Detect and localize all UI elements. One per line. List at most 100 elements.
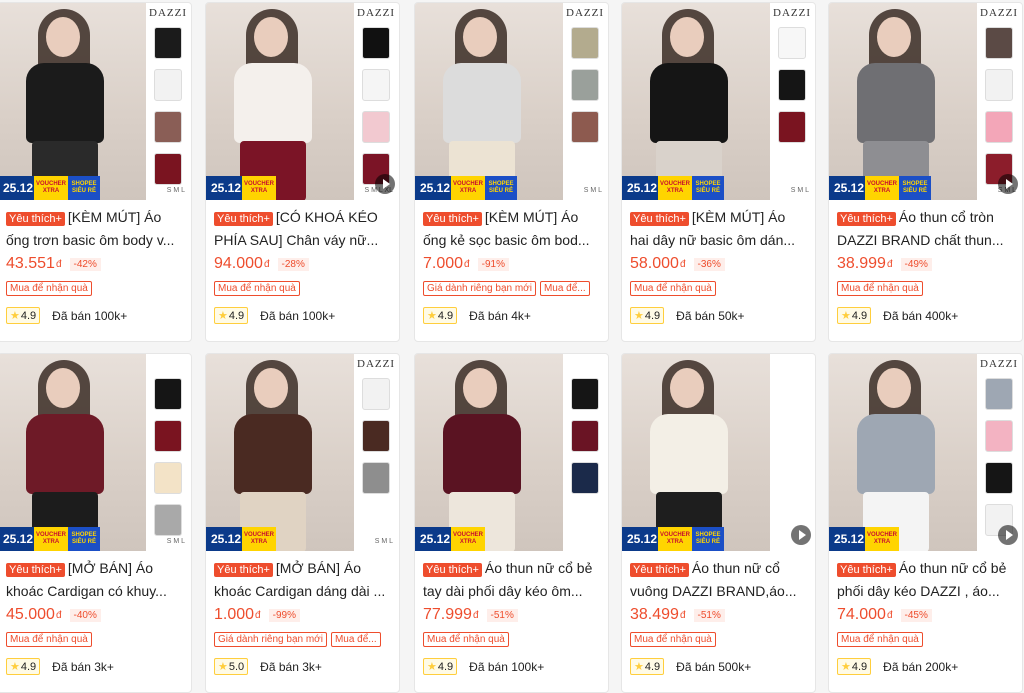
play-icon[interactable] (791, 525, 811, 545)
play-icon[interactable] (998, 525, 1018, 545)
sold-count: Đã bán 500k+ (676, 659, 752, 674)
brand-logo: DAZZI (980, 7, 1018, 19)
product-image[interactable]: DAZZIS M L25.12VOUCHER XTRASHOPEE SIÊU R… (829, 3, 1022, 200)
favorite-badge: Yêu thích+ (423, 212, 482, 226)
play-icon[interactable] (375, 174, 395, 194)
product-price: 77.999 (423, 606, 472, 623)
voucher-xtra-badge: VOUCHER XTRA (242, 527, 276, 551)
product-title[interactable]: Yêu thích+ [KÈM MÚT] Áo ống kẻ sọc basic … (423, 207, 600, 249)
product-card[interactable]: DAZZIS M L25.12VOUCHER XTRASHOPEE SIÊU R… (0, 2, 192, 342)
product-card[interactable]: DAZZIS M L25.12VOUCHER XTRASHOPEE SIÊU R… (621, 2, 816, 342)
product-image[interactable]: DAZZI 25.12 VOUCHER XTRA (829, 354, 1022, 551)
product-price: 38.999 (837, 255, 886, 272)
promo-tag: Mua để nhận quà (837, 632, 923, 647)
rating-sold-row: ★4.9 Đã bán 100k+ (214, 307, 391, 324)
sold-count: Đã bán 100k+ (469, 659, 545, 674)
product-title[interactable]: Yêu thích+ [MỞ BÁN] Áo khoác Cardigan dán… (214, 558, 391, 600)
rating-sold-row: ★4.9 Đã bán 100k+ (6, 307, 183, 324)
product-card[interactable]: DAZZIS M L25.12VOUCHER XTRASHOPEE SIÊU R… (828, 2, 1023, 342)
product-title[interactable]: Yêu thích+ Áo thun nữ cổ vuông DAZZI BRAN… (630, 558, 807, 600)
product-image[interactable]: DAZZI S M L 25.12 VOUCHER XTRA (206, 354, 399, 551)
promo-date: 25.12 (0, 527, 34, 551)
product-title[interactable]: Yêu thích+ [CÓ KHOÁ KÉO PHÍA SAU] Chân vá… (214, 207, 391, 249)
star-icon: ★ (427, 661, 437, 673)
product-title[interactable]: Yêu thích+ [KÈM MÚT] Áo hai dây nữ basic … (630, 207, 807, 249)
model-photo (622, 3, 772, 200)
size-label: S M L (374, 538, 393, 545)
product-image[interactable]: DAZZIS M L XL 25.12VOUCHER XTRA (206, 3, 399, 200)
product-image[interactable]: DAZZIS M L25.12VOUCHER XTRASHOPEE SIÊU R… (622, 3, 815, 200)
favorite-badge: Yêu thích+ (214, 563, 273, 577)
product-card[interactable]: DAZZI S M L 25.12 VOUCHER XTRA Yêu thích+ [MỞ… (205, 353, 400, 693)
currency-symbol: đ (55, 609, 62, 621)
size-label: S M L (790, 187, 809, 194)
favorite-badge: Yêu thích+ (6, 212, 65, 226)
currency-symbol: đ (472, 609, 479, 621)
promo-tag: Mua để... (539, 281, 590, 296)
product-title[interactable]: Yêu thích+ [KÈM MÚT] Áo ống trơn basic ôm… (6, 207, 183, 249)
discount-badge: -45% (900, 608, 932, 622)
promo-date: 25.12 (206, 527, 242, 551)
color-options-panel: S M L (146, 354, 191, 551)
product-image[interactable]: DAZZIS M L25.12VOUCHER XTRASHOPEE SIÊU R… (0, 3, 191, 200)
promo-banner: 25.12 VOUCHER XTRA SHOPEE SIÊU RẺ (0, 527, 100, 551)
price-row: 38.999 đ -49% (837, 255, 1014, 273)
product-title[interactable]: Yêu thích+ Áo thun nữ cổ bẻ phối dây kéo … (837, 558, 1014, 600)
color-swatch (362, 69, 390, 101)
color-swatch (571, 27, 599, 59)
promo-tags: Mua để nhận quà (837, 632, 1014, 647)
product-title[interactable]: Yêu thích+ Áo thun cổ tròn DAZZI BRAND ch… (837, 207, 1014, 249)
product-image[interactable]: 25.12 VOUCHER XTRA (415, 354, 608, 551)
rating-value: 4.9 (644, 310, 661, 322)
price-row: 1.000 đ -99% (214, 606, 391, 624)
promo-tags: Mua để nhận quà (630, 281, 807, 296)
rating-sold-row: ★4.9 Đã bán 500k+ (630, 658, 807, 675)
color-swatch (362, 420, 390, 452)
size-label: S M L (583, 187, 602, 194)
size-label: S M L (166, 187, 185, 194)
rating-value: 4.9 (644, 661, 661, 673)
color-swatch (154, 378, 182, 410)
currency-symbol: đ (55, 258, 62, 270)
color-options-panel (563, 354, 608, 551)
product-info: Yêu thích+ [MỞ BÁN] Áo khoác Cardigan dán… (214, 558, 391, 675)
product-image[interactable]: 25.12 VOUCHER XTRA SHOPEE SIÊU RẺ (622, 354, 815, 551)
product-card[interactable]: DAZZIS M L25.12VOUCHER XTRASHOPEE SIÊU R… (414, 2, 609, 342)
product-card[interactable]: DAZZIS M L XL 25.12VOUCHER XTRA Yêu thích+… (205, 2, 400, 342)
price-row: 77.999 đ -51% (423, 606, 600, 624)
color-swatch (571, 462, 599, 494)
promo-tags: Mua để nhận quà (6, 281, 183, 296)
product-title[interactable]: Yêu thích+ Áo thun nữ cổ bẻ tay dài phối … (423, 558, 600, 600)
discount-badge: -28% (277, 257, 309, 271)
rating-value: 4.9 (437, 661, 454, 673)
promo-tag: Mua để nhận quà (6, 632, 92, 647)
rating-value: 4.9 (228, 310, 245, 322)
product-image[interactable]: S M L 25.12 VOUCHER XTRA SHOPEE SIÊU RẺ (0, 354, 191, 551)
model-photo (206, 3, 356, 200)
currency-symbol: đ (886, 609, 893, 621)
promo-tag: Mua để nhận quà (214, 281, 300, 296)
product-info: Yêu thích+ [KÈM MÚT] Áo hai dây nữ basic … (630, 207, 807, 324)
price-row: 94.000 đ -28% (214, 255, 391, 273)
product-card[interactable]: 25.12 VOUCHER XTRA Yêu thích+ Áo thun nữ cổ… (414, 353, 609, 693)
shopee-sieu-re-badge: SHOPEE SIÊU RẺ (68, 527, 100, 551)
rating-badge: ★4.9 (214, 307, 249, 324)
product-price: 58.000 (630, 255, 679, 272)
play-icon[interactable] (998, 174, 1018, 194)
currency-symbol: đ (679, 258, 686, 270)
discount-badge: -49% (900, 257, 932, 271)
promo-tag: Mua để nhận quà (630, 281, 716, 296)
star-icon: ★ (634, 661, 644, 673)
product-card[interactable]: DAZZI 25.12 VOUCHER XTRA Yêu thích+ Áo thun … (828, 353, 1023, 693)
voucher-xtra-badge: VOUCHER XTRA (658, 176, 692, 200)
product-image[interactable]: DAZZIS M L25.12VOUCHER XTRASHOPEE SIÊU R… (415, 3, 608, 200)
product-card[interactable]: S M L 25.12 VOUCHER XTRA SHOPEE SIÊU RẺ Yêu … (0, 353, 192, 693)
discount-badge: -99% (268, 608, 300, 622)
rating-badge: ★4.9 (630, 658, 665, 675)
product-price: 1.000 (214, 606, 255, 623)
product-card[interactable]: 25.12 VOUCHER XTRA SHOPEE SIÊU RẺ Yêu thích… (621, 353, 816, 693)
rating-value: 5.0 (228, 661, 245, 673)
brand-logo: DAZZI (980, 358, 1018, 370)
product-price: 7.000 (423, 255, 464, 272)
product-title[interactable]: Yêu thích+ [MỞ BÁN] Áo khoác Cardigan có … (6, 558, 183, 600)
